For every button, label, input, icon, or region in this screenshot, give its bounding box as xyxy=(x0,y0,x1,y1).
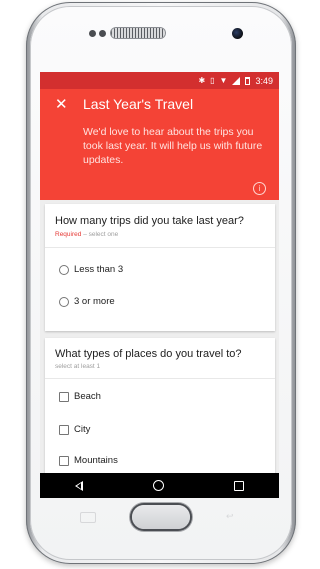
checkbox-option-beach[interactable]: Beach xyxy=(59,391,101,402)
radio-option-3-or-more[interactable]: 3 or more xyxy=(59,296,115,307)
bluetooth-icon: ✱ xyxy=(198,75,206,85)
checkbox[interactable] xyxy=(59,455,69,466)
radio-button[interactable] xyxy=(59,296,69,307)
question-hint: Required – select one xyxy=(55,231,118,238)
battery-icon xyxy=(245,76,251,85)
status-time: 3:49 xyxy=(255,75,273,86)
question-title: How many trips did you take last year? xyxy=(55,215,244,227)
close-icon[interactable]: ✕ xyxy=(55,95,68,113)
hardware-home-button[interactable] xyxy=(132,505,190,529)
page-title: Last Year's Travel xyxy=(83,96,194,112)
checkbox-option-mountains[interactable]: Mountains xyxy=(59,455,118,466)
divider xyxy=(45,247,275,248)
question-hint: select at least 1 xyxy=(55,363,101,370)
checkbox-option-city[interactable]: City xyxy=(59,424,90,435)
divider xyxy=(45,378,275,379)
checkbox[interactable] xyxy=(59,391,69,402)
home-circle-icon[interactable] xyxy=(153,480,164,491)
wifi-icon: ▼ xyxy=(219,75,228,85)
checkbox[interactable] xyxy=(59,424,69,435)
info-icon[interactable]: i xyxy=(253,182,266,195)
radio-option-less-than-3[interactable]: Less than 3 xyxy=(59,264,123,275)
option-label: Beach xyxy=(74,391,101,402)
form-description: We'd love to hear about the trips you to… xyxy=(83,126,263,166)
status-bar: ✱ ▯ ▼ 3:49 xyxy=(40,72,279,89)
question-title: What types of places do you travel to? xyxy=(55,348,242,360)
front-camera-icon xyxy=(232,28,243,39)
option-label: 3 or more xyxy=(74,296,115,307)
option-label: Less than 3 xyxy=(74,264,124,275)
radio-button[interactable] xyxy=(59,264,69,275)
form-header: ✕ Last Year's Travel We'd love to hear a… xyxy=(40,89,279,200)
option-label: City xyxy=(74,424,91,435)
navigation-bar xyxy=(40,473,279,498)
earpiece-speaker xyxy=(111,28,165,38)
hardware-back-key[interactable]: ↩ xyxy=(226,512,240,521)
recent-square-icon[interactable] xyxy=(234,480,244,491)
question-card-places: What types of places do you travel to? s… xyxy=(45,338,275,473)
sensor-dots xyxy=(89,30,106,37)
back-triangle-icon[interactable] xyxy=(75,480,83,491)
select-hint: – select one xyxy=(83,231,119,238)
screen: ✱ ▯ ▼ 3:49 ✕ Last Year's Travel We'd lov… xyxy=(40,72,279,498)
form-content: How many trips did you take last year? R… xyxy=(40,200,279,473)
required-label: Required xyxy=(55,231,82,238)
signal-icon xyxy=(232,76,241,85)
option-label: Mountains xyxy=(74,455,118,466)
vibrate-icon: ▯ xyxy=(210,75,215,85)
question-card-trips: How many trips did you take last year? R… xyxy=(45,204,275,331)
hardware-recent-key[interactable] xyxy=(80,512,96,523)
